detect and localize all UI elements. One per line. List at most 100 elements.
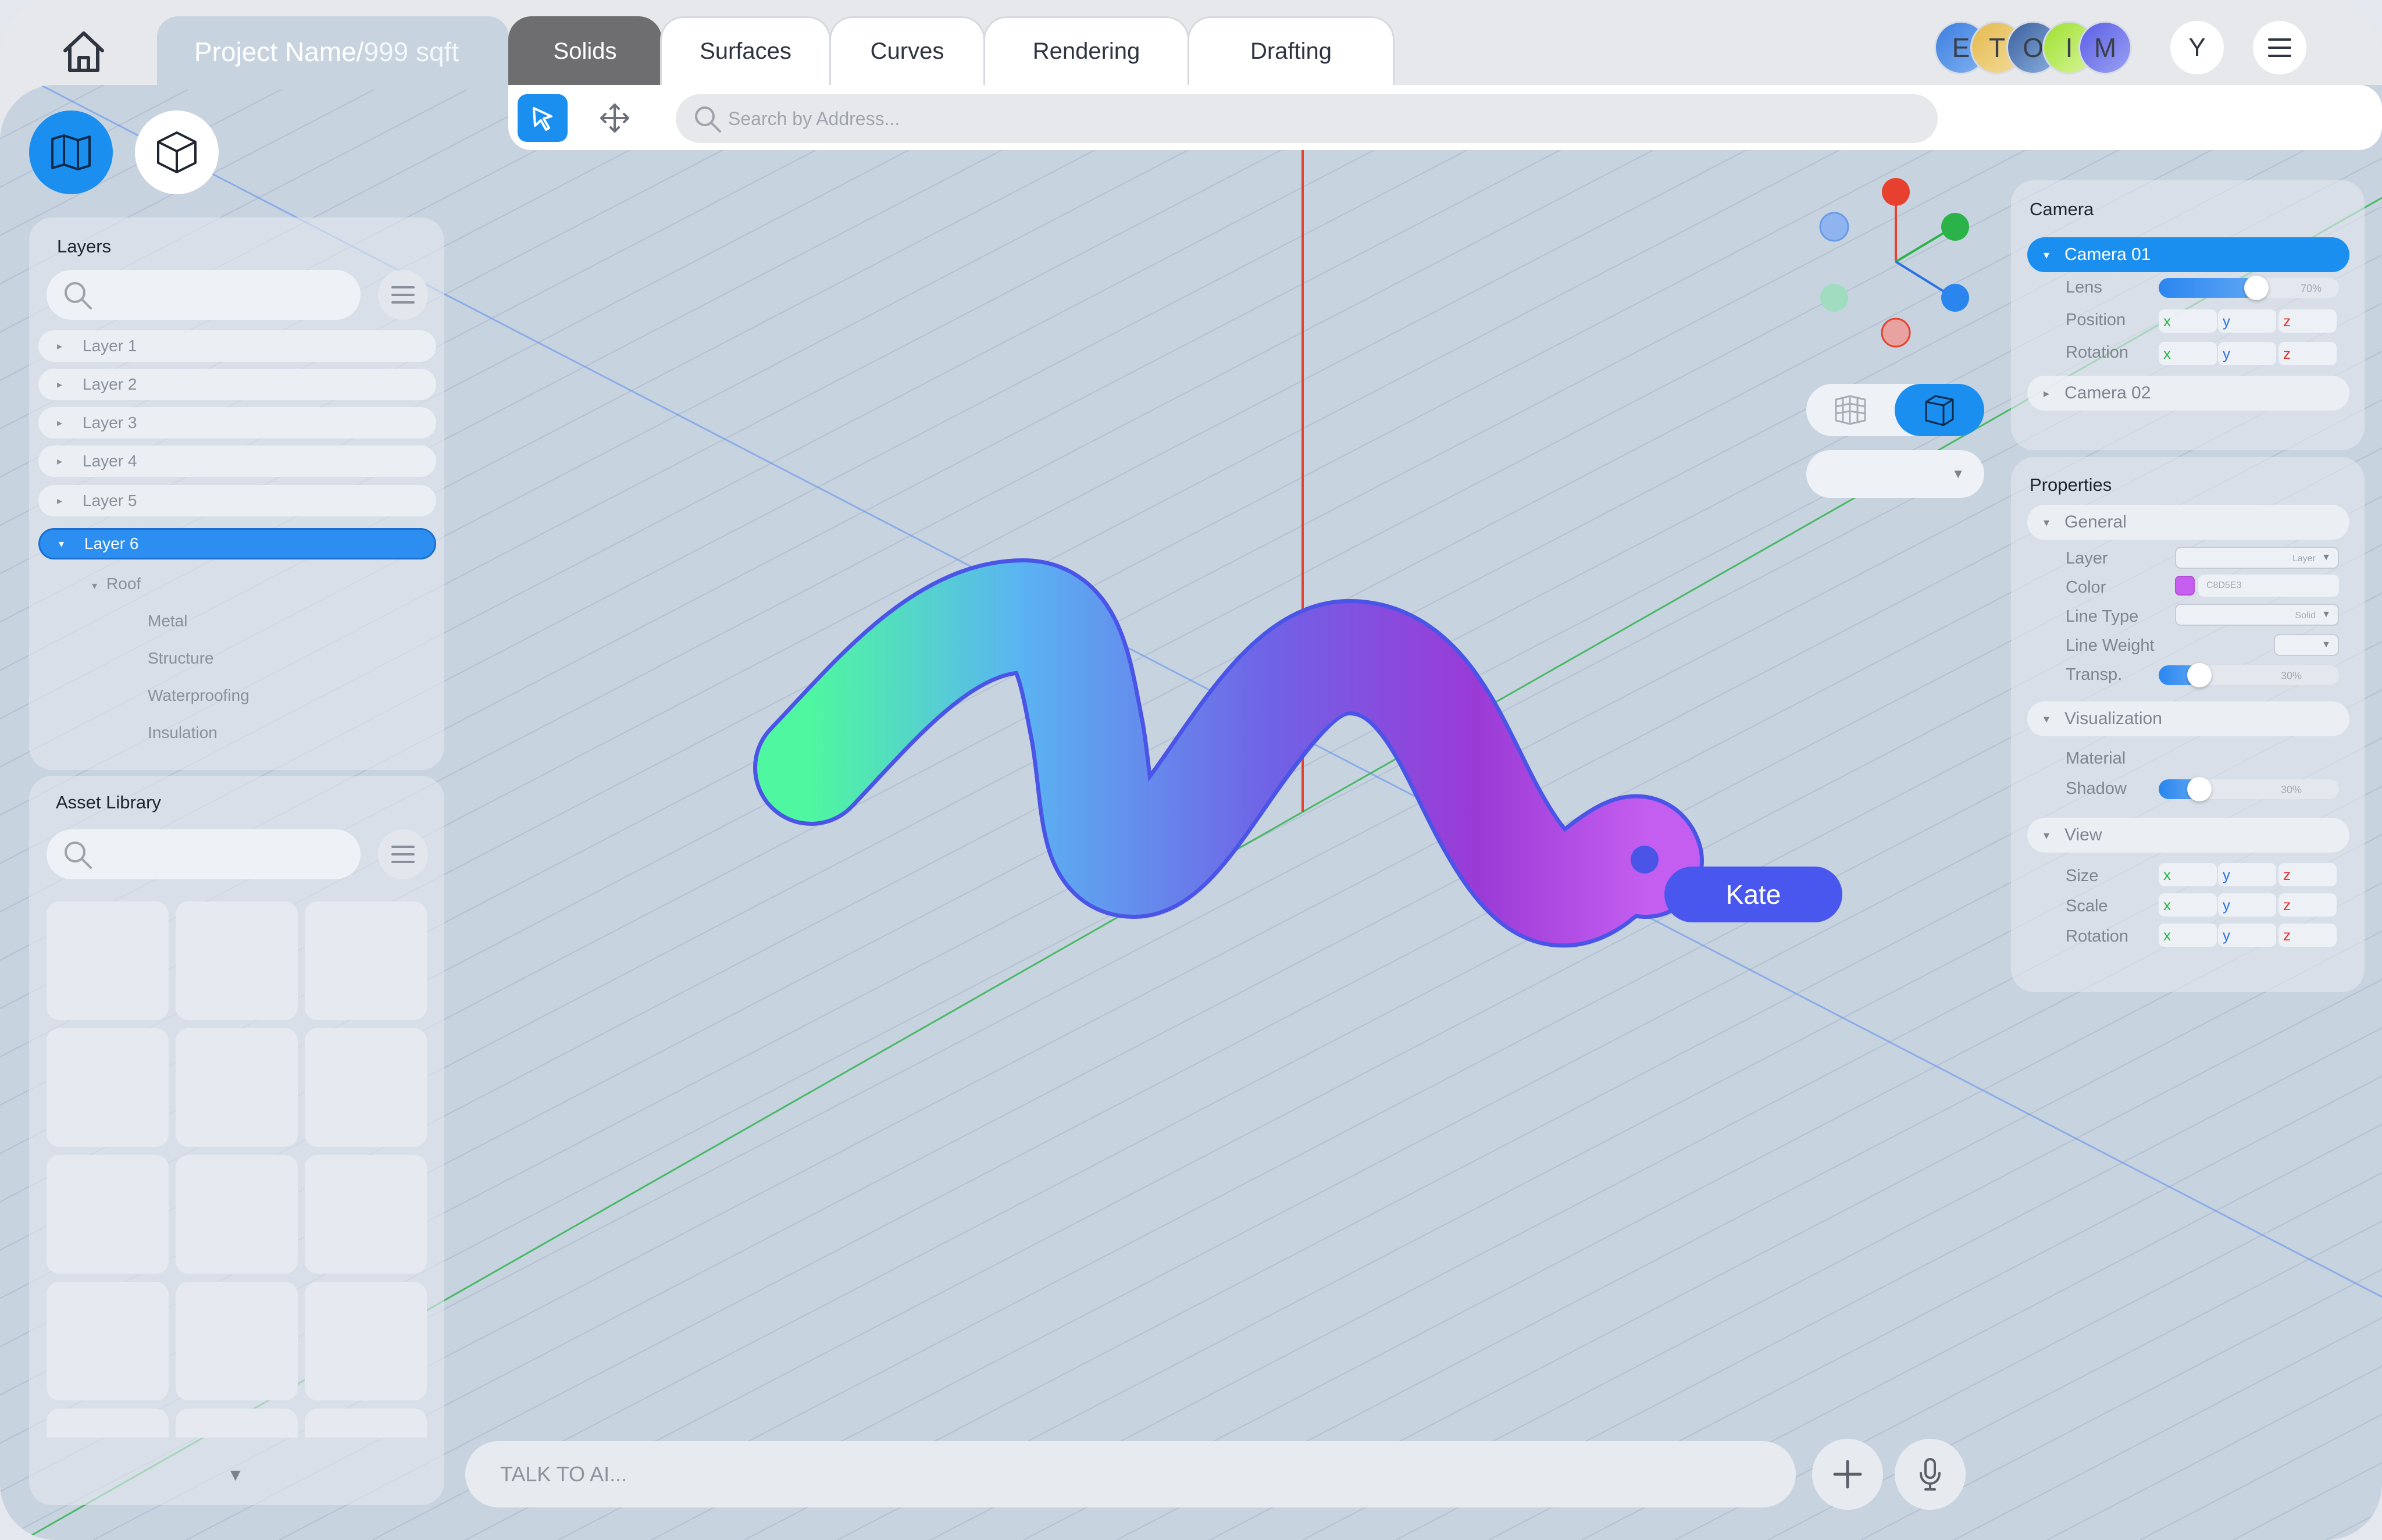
camera-rotation-z-field[interactable]: z xyxy=(2278,342,2337,365)
scale-z-field[interactable]: z xyxy=(2278,893,2337,917)
camera-rotation-x-field[interactable]: x xyxy=(2159,342,2217,365)
gizmo-x-handle[interactable] xyxy=(1941,213,1969,241)
asset-tile[interactable] xyxy=(305,1155,427,1274)
scroll-down-arrow[interactable]: ▼ xyxy=(227,1466,244,1485)
view-rotation-x-field[interactable]: x xyxy=(2159,924,2217,947)
user-profile-button[interactable]: Y xyxy=(2170,21,2224,74)
layer-label: Layer 1 xyxy=(83,337,137,355)
view-section-header[interactable]: ▾ View xyxy=(2027,818,2349,853)
layer-row-5[interactable]: ▸ Layer 5 xyxy=(38,485,436,516)
layer-select[interactable]: Layer ▼ xyxy=(2175,547,2339,569)
asset-tile[interactable] xyxy=(176,901,298,1020)
layer-row-1[interactable]: ▸ Layer 1 xyxy=(38,330,436,362)
asset-tile[interactable] xyxy=(47,1155,169,1274)
layer-label: Layer 2 xyxy=(83,375,137,393)
gizmo-z-handle[interactable] xyxy=(1882,178,1910,206)
camera-position-y-field[interactable]: y xyxy=(2218,309,2276,333)
solid-mode-button[interactable] xyxy=(1895,384,1984,436)
asset-tile[interactable] xyxy=(47,1028,169,1147)
select-tool-button[interactable] xyxy=(518,94,568,142)
asset-tile[interactable] xyxy=(305,1028,427,1147)
project-size: 999 sqft xyxy=(363,37,459,67)
asset-tile[interactable] xyxy=(176,1028,298,1147)
tab-solids[interactable]: Solids xyxy=(508,16,662,85)
scale-x-field[interactable]: x xyxy=(2159,893,2217,917)
color-hex-field[interactable]: C8D5E3 xyxy=(2198,575,2339,597)
layer-row-2[interactable]: ▸ Layer 2 xyxy=(38,369,436,400)
tree-item-structure[interactable]: Structure xyxy=(148,649,214,668)
gizmo-y-handle[interactable] xyxy=(1941,284,1969,312)
hamburger-icon xyxy=(2268,38,2291,57)
asset-menu-button[interactable] xyxy=(378,829,428,879)
main-menu-button[interactable] xyxy=(2253,21,2306,74)
camera-rotation-y-field[interactable]: y xyxy=(2218,342,2276,365)
size-x-field[interactable]: x xyxy=(2159,863,2217,886)
shadow-slider-knob[interactable] xyxy=(2187,777,2212,801)
view-rotation-z-field[interactable]: z xyxy=(2278,924,2337,947)
tab-drafting[interactable]: Drafting xyxy=(1188,16,1395,85)
tree-group-roof[interactable]: ▾ Roof xyxy=(92,575,141,593)
lens-slider[interactable]: 70% xyxy=(2159,276,2339,300)
asset-search-input[interactable] xyxy=(47,829,361,879)
camera-02-row[interactable]: ▸ Camera 02 xyxy=(2027,376,2349,411)
tab-curves[interactable]: Curves xyxy=(829,16,985,85)
asset-tile[interactable] xyxy=(176,1409,298,1438)
asset-tile[interactable] xyxy=(305,901,427,1020)
avatar-m[interactable]: M xyxy=(2078,21,2132,74)
wireframe-mode-button[interactable] xyxy=(1806,384,1895,436)
asset-library-title: Asset Library xyxy=(56,792,161,812)
asset-tile[interactable] xyxy=(305,1282,427,1400)
chevron-down-icon: ▼ xyxy=(2322,552,2331,562)
layer-row-6[interactable]: ▾ Layer 6 xyxy=(38,528,436,559)
size-y-field[interactable]: y xyxy=(2218,863,2276,886)
size-z-field[interactable]: z xyxy=(2278,863,2337,886)
camera-01-row[interactable]: ▾ Camera 01 xyxy=(2027,237,2349,272)
asset-tile[interactable] xyxy=(176,1155,298,1274)
asset-tile[interactable] xyxy=(305,1409,427,1438)
layer-row-3[interactable]: ▸ Layer 3 xyxy=(38,407,436,439)
ai-add-button[interactable] xyxy=(1812,1439,1883,1510)
gizmo-neg-z-handle[interactable] xyxy=(1881,318,1911,348)
lens-slider-knob[interactable] xyxy=(2244,276,2269,300)
general-section-header[interactable]: ▾ General xyxy=(2027,505,2349,540)
caret-right-icon: ▸ xyxy=(57,494,63,507)
layers-menu-button[interactable] xyxy=(378,270,428,320)
gizmo-neg-y-handle[interactable] xyxy=(1819,212,1849,242)
ai-voice-button[interactable] xyxy=(1895,1439,1966,1510)
tab-surfaces[interactable]: Surfaces xyxy=(660,16,831,85)
line-weight-select[interactable]: ▼ xyxy=(2274,634,2339,656)
orientation-gizmo[interactable] xyxy=(1819,178,1969,348)
shadow-slider[interactable]: 30% xyxy=(2159,777,2339,801)
map-view-button[interactable] xyxy=(29,110,113,194)
tree-item-waterproofing[interactable]: Waterproofing xyxy=(148,686,249,705)
color-swatch[interactable] xyxy=(2175,576,2195,596)
toolbar: Search by Address... xyxy=(508,85,2382,150)
project-title-tab[interactable]: Project Name/999 sqft xyxy=(157,16,509,90)
asset-tile[interactable] xyxy=(47,1282,169,1400)
asset-tile[interactable] xyxy=(176,1282,298,1400)
visualization-section-header[interactable]: ▾ Visualization xyxy=(2027,701,2349,736)
layers-search-input[interactable] xyxy=(47,270,361,320)
ai-prompt-input[interactable]: TALK TO AI... xyxy=(465,1441,1796,1507)
line-type-select[interactable]: Solid ▼ xyxy=(2175,604,2339,626)
address-search-input[interactable]: Search by Address... xyxy=(676,94,1938,143)
camera-label: Camera 02 xyxy=(2064,383,2151,402)
3d-view-button[interactable] xyxy=(135,110,219,194)
view-preset-dropdown[interactable]: ▼ xyxy=(1806,450,1984,498)
tab-rendering[interactable]: Rendering xyxy=(983,16,1189,85)
asset-tile[interactable] xyxy=(47,901,169,1020)
camera-position-x-field[interactable]: x xyxy=(2159,309,2217,333)
transparency-slider[interactable]: 30% xyxy=(2159,663,2339,687)
move-tool-button[interactable] xyxy=(590,94,640,142)
view-rotation-y-field[interactable]: y xyxy=(2218,924,2276,947)
home-button[interactable] xyxy=(55,26,113,78)
camera-position-z-field[interactable]: z xyxy=(2278,309,2337,333)
asset-tile[interactable] xyxy=(47,1409,169,1438)
layer-row-4[interactable]: ▸ Layer 4 xyxy=(38,445,436,477)
color-label: Color xyxy=(2066,578,2106,597)
transparency-slider-knob[interactable] xyxy=(2187,663,2212,687)
tree-item-metal[interactable]: Metal xyxy=(148,612,187,630)
scale-y-field[interactable]: y xyxy=(2218,893,2276,917)
tree-item-insulation[interactable]: Insulation xyxy=(148,723,217,742)
gizmo-neg-x-handle[interactable] xyxy=(1820,284,1848,312)
